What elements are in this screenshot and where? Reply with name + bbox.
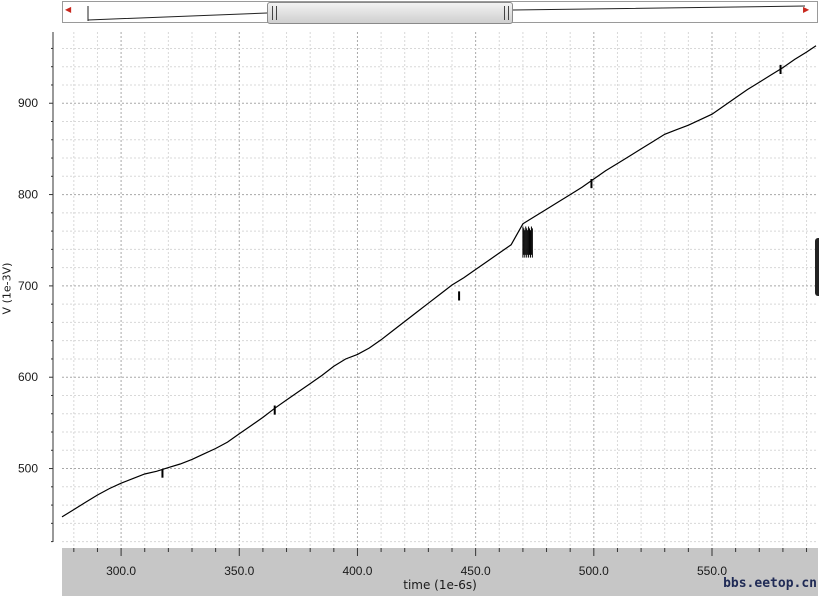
x-ticks: 300.0 350.0 400.0 450.0 500.0 550.0: [73, 548, 808, 578]
scroll-left-arrow-icon[interactable]: ◀: [65, 6, 71, 14]
y-tick-label: 900: [18, 96, 38, 110]
x-axis-label: time (1e-6s): [403, 578, 477, 592]
y-axis-label: V (1e-3V): [0, 262, 14, 315]
range-left-handle[interactable]: [272, 6, 277, 20]
y-tick-label: 600: [18, 370, 38, 384]
x-tick-label: 350.0: [224, 564, 254, 578]
range-right-handle[interactable]: [504, 6, 509, 20]
x-tick-label: 300.0: [106, 564, 136, 578]
trace-group: [61, 45, 817, 518]
x-tick-label: 450.0: [461, 564, 491, 578]
grid-lines: [62, 32, 816, 548]
scroll-right-arrow-icon[interactable]: ▶: [803, 6, 809, 14]
y-tick-label: 800: [18, 188, 38, 202]
x-tick-label: 400.0: [342, 564, 372, 578]
side-handle[interactable]: [815, 238, 819, 296]
overview-scrollbar[interactable]: ◀ ▶: [0, 0, 819, 28]
y-ticks: 500 600 700 800 900: [18, 47, 53, 543]
y-tick-label: 700: [18, 279, 38, 293]
y-tick-label: 500: [18, 462, 38, 476]
watermark: bbs.eetop.cn: [723, 576, 817, 591]
x-tick-label: 500.0: [579, 564, 609, 578]
range-slider-thumb[interactable]: [267, 2, 513, 24]
waveform-chart[interactable]: 300.0 350.0 400.0 450.0 500.0 550.0 500600700…: [0, 28, 819, 596]
series-line: [61, 45, 817, 518]
